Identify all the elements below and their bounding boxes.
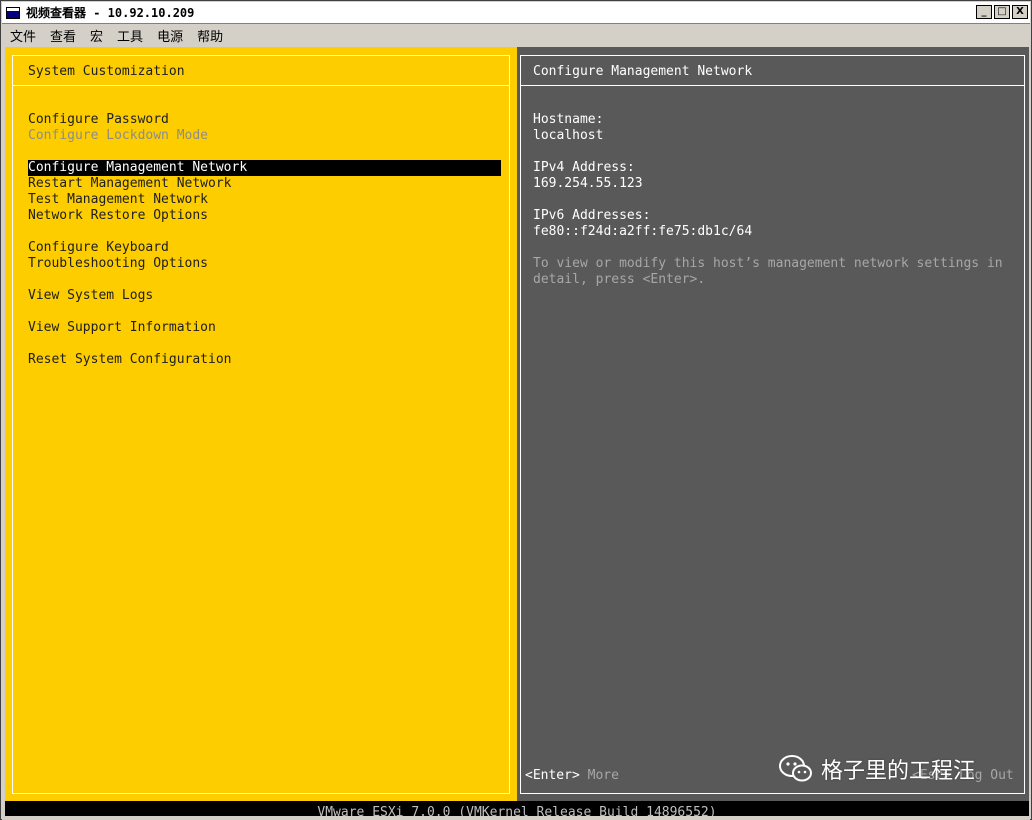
watermark-text: 格子里的工程汪 bbox=[821, 759, 976, 784]
wechat-icon bbox=[779, 754, 813, 784]
menu-help[interactable]: 帮助 bbox=[189, 26, 229, 45]
window-controls: _ □ X bbox=[976, 5, 1028, 19]
wechat-watermark: 格子里的工程汪 bbox=[779, 753, 975, 785]
network-info: Hostname: localhost IPv4 Address: 169.25… bbox=[533, 112, 1023, 288]
menu-entry-view-system-logs[interactable]: View System Logs bbox=[28, 288, 501, 304]
enter-key-label: <Enter> bbox=[525, 768, 580, 783]
menu-entry-test-management-network[interactable]: Test Management Network bbox=[28, 192, 501, 208]
hostname-label: Hostname: bbox=[533, 112, 604, 127]
remote-console[interactable]: System Customization Configure Password … bbox=[5, 47, 1029, 801]
menu-entry-view-support-information[interactable]: View Support Information bbox=[28, 320, 501, 336]
menu-spacer bbox=[28, 144, 501, 160]
menu-entry-configure-keyboard[interactable]: Configure Keyboard bbox=[28, 240, 501, 256]
management-network-detail-pane: Configure Management Network Hostname: l… bbox=[517, 47, 1029, 801]
ipv6-value: fe80::f24d:a2ff:fe75:db1c/64 bbox=[533, 224, 753, 239]
right-pane-title: Configure Management Network bbox=[533, 64, 753, 79]
menu-entry-configure-lockdown-mode: Configure Lockdown Mode bbox=[28, 128, 209, 143]
hostname-value: localhost bbox=[533, 128, 604, 143]
menu-view[interactable]: 查看 bbox=[42, 26, 82, 45]
left-pane-title: System Customization bbox=[28, 64, 185, 79]
ipv6-label: IPv6 Addresses: bbox=[533, 208, 651, 223]
menu-spacer bbox=[28, 336, 501, 352]
menu-entry-troubleshooting-options[interactable]: Troubleshooting Options bbox=[28, 256, 501, 272]
title-bar[interactable]: 视频查看器 - 10.92.10.209 _ □ X bbox=[2, 2, 1030, 24]
detail-hint: To view or modify this host’s management… bbox=[533, 256, 1003, 287]
menu-power[interactable]: 电源 bbox=[149, 26, 189, 45]
menu-entry-restart-management-network[interactable]: Restart Management Network bbox=[28, 176, 501, 192]
right-pane-divider bbox=[520, 85, 1025, 86]
menu-entry-network-restore-options[interactable]: Network Restore Options bbox=[28, 208, 501, 224]
menu-tools[interactable]: 工具 bbox=[109, 26, 149, 45]
ipv4-value: 169.254.55.123 bbox=[533, 176, 643, 191]
menu-bar: 文件 查看 宏 工具 电源 帮助 bbox=[2, 24, 1030, 46]
window-title: 视频查看器 - 10.92.10.209 bbox=[26, 6, 195, 20]
menu-spacer bbox=[28, 304, 501, 320]
esxi-status-bar: VMware ESXi 7.0.0 (VMKernel Release Buil… bbox=[5, 801, 1029, 820]
enter-action-label: More bbox=[587, 768, 619, 783]
system-customization-pane: System Customization Configure Password … bbox=[5, 47, 517, 801]
maximize-button[interactable]: □ bbox=[994, 5, 1010, 19]
customization-menu: Configure Password Configure Lockdown Mo… bbox=[28, 112, 501, 368]
menu-macro[interactable]: 宏 bbox=[82, 26, 109, 45]
ipv4-label: IPv4 Address: bbox=[533, 160, 635, 175]
video-viewer-window: 视频查看器 - 10.92.10.209 _ □ X 文件 查看 宏 工具 电源… bbox=[0, 0, 1032, 820]
minimize-button[interactable]: _ bbox=[976, 5, 992, 19]
app-window-icon bbox=[6, 6, 20, 19]
window-bottom-edge bbox=[2, 816, 1030, 820]
menu-entry-reset-system-configuration[interactable]: Reset System Configuration bbox=[28, 352, 501, 368]
enter-more-hint: <Enter> More bbox=[525, 768, 619, 784]
close-button[interactable]: X bbox=[1012, 5, 1028, 19]
menu-spacer bbox=[28, 224, 501, 240]
menu-entry-configure-management-network[interactable]: Configure Management Network bbox=[28, 160, 501, 176]
left-pane-divider bbox=[12, 85, 510, 86]
menu-spacer bbox=[28, 272, 501, 288]
menu-entry-configure-password[interactable]: Configure Password bbox=[28, 112, 501, 128]
menu-file[interactable]: 文件 bbox=[2, 26, 42, 45]
